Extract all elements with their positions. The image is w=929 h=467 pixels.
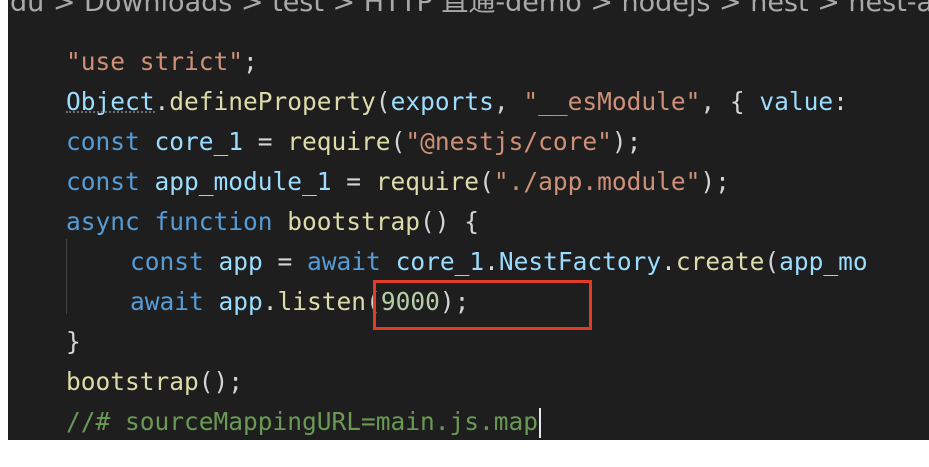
function-token: defineProperty — [169, 87, 376, 116]
variable-token: exports — [390, 87, 494, 116]
punctuation-token: ( — [764, 247, 780, 276]
variable-token: core_1 — [139, 127, 258, 156]
function-token: require — [287, 127, 391, 156]
punctuation-token: ); — [611, 127, 642, 156]
punctuation-token: : — [833, 87, 848, 116]
code-line-4[interactable]: const app_module_1 = require("./app.modu… — [66, 162, 868, 202]
punctuation-token: ); — [700, 167, 730, 196]
punctuation-token: . — [661, 247, 676, 276]
highlight-annotation-box — [373, 280, 592, 330]
function-token: bootstrap — [272, 207, 421, 236]
function-token: bootstrap — [66, 367, 199, 396]
keyword-token: const — [130, 247, 204, 276]
punctuation-token: () { — [420, 207, 480, 236]
keyword-token: const — [66, 127, 140, 156]
punctuation-token: (); — [198, 367, 244, 396]
code-line-1[interactable]: "use strict"; — [66, 42, 868, 82]
string-token: "./app.module" — [493, 167, 701, 196]
property-token: value — [759, 87, 834, 116]
code-line-5[interactable]: async function bootstrap() { — [66, 202, 868, 242]
punctuation-token: , — [493, 87, 524, 116]
punctuation-token: . — [154, 87, 170, 116]
punctuation-token: ( — [479, 167, 494, 196]
punctuation-token: . — [262, 287, 278, 316]
code-line-6[interactable]: const app = await core_1.NestFactory.cre… — [66, 242, 868, 282]
variable-token: app — [203, 287, 263, 316]
breadcrumb[interactable]: du > Downloads > test > HTTP 直通-demo > n… — [8, 0, 929, 18]
variable-token: app_module_1 — [139, 167, 347, 196]
keyword-token: await — [130, 287, 204, 316]
variable-token: app — [203, 247, 278, 276]
code-line-9[interactable]: bootstrap(); — [66, 362, 868, 402]
code-lines[interactable]: "use strict"; Object.defineProperty(expo… — [66, 42, 868, 440]
function-token: create — [675, 247, 765, 276]
string-token: "use strict" — [66, 47, 244, 76]
keyword-token: function — [139, 207, 273, 236]
code-line-3[interactable]: const core_1 = require("@nestjs/core"); — [66, 122, 868, 162]
punctuation-token: ; — [243, 47, 258, 76]
punctuation-token: } — [66, 327, 81, 356]
punctuation-token: ( — [375, 87, 391, 116]
comment-token: //# sourceMappingURL=main.js.map — [66, 407, 539, 436]
string-token: "__esModule" — [523, 87, 701, 116]
punctuation-token: ( — [390, 127, 406, 156]
punctuation-token: . — [484, 247, 499, 276]
text-cursor — [539, 408, 542, 438]
variable-token: app_mo — [779, 247, 868, 276]
operator-token: = — [257, 127, 288, 156]
function-token: require — [375, 167, 480, 196]
string-token: "@nestjs/core" — [405, 127, 612, 156]
keyword-token: await — [307, 247, 381, 276]
code-line-10[interactable]: //# sourceMappingURL=main.js.map — [66, 402, 868, 440]
code-line-2[interactable]: Object.defineProperty(exports, "__esModu… — [66, 82, 868, 122]
code-editor[interactable]: du > Downloads > test > HTTP 直通-demo > n… — [8, 0, 929, 440]
punctuation-token: , { — [700, 87, 760, 116]
variable-token: core_1 — [380, 247, 485, 276]
class-token: NestFactory — [498, 247, 662, 276]
function-token: listen — [277, 287, 367, 316]
operator-token: = — [346, 167, 376, 196]
operator-token: = — [277, 247, 308, 276]
object-token: Object — [66, 87, 155, 116]
keyword-token: async — [66, 207, 140, 236]
keyword-token: const — [66, 167, 140, 196]
